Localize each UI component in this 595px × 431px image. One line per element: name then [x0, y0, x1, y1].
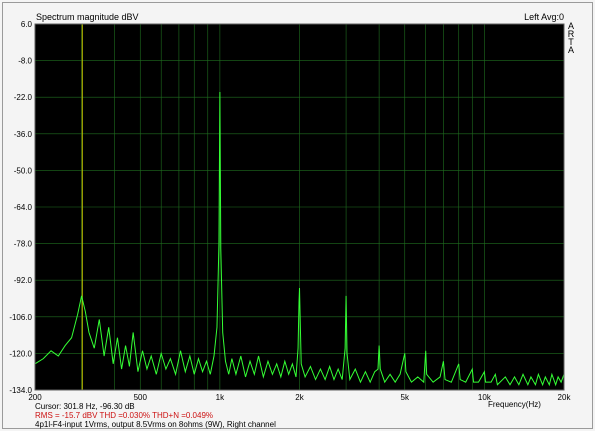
- x-tick-label: 200: [28, 393, 42, 402]
- x-tick-label: 20k: [558, 393, 572, 402]
- cursor-readout: Cursor: 301.8 Hz, -96.30 dB: [35, 402, 135, 411]
- spectrum-plot[interactable]: 6.0 -8.0 -22.0 -36.0 -50.0 -64.0 -78.0 -92.0 -10…: [0, 0, 595, 431]
- measurement-description: 4p1l-F4-input 1Vrms, output 8.5Vrms on 8…: [35, 420, 276, 429]
- x-tick-label: 500: [134, 393, 148, 402]
- y-tick-label: -50.0: [14, 166, 33, 175]
- y-tick-label: -36.0: [14, 130, 33, 139]
- y-tick-label: -92.0: [14, 276, 33, 285]
- x-tick-label: 5k: [401, 393, 410, 402]
- y-tick-label: -64.0: [14, 203, 33, 212]
- y-tick-label: 6.0: [21, 20, 33, 29]
- rms-thd-readout: RMS = -15.7 dBV THD =0.030% THD+N =0.049…: [35, 411, 214, 420]
- x-tick-label: 2k: [295, 393, 304, 402]
- y-tick-label: -8.0: [18, 57, 32, 66]
- x-tick-label: 1k: [216, 393, 225, 402]
- y-tick-label: -78.0: [14, 240, 33, 249]
- x-axis-label: Frequency(Hz): [488, 400, 541, 409]
- y-tick-label: -22.0: [14, 93, 33, 102]
- y-tick-label: -106.0: [9, 313, 32, 322]
- y-tick-label: -120.0: [9, 349, 32, 358]
